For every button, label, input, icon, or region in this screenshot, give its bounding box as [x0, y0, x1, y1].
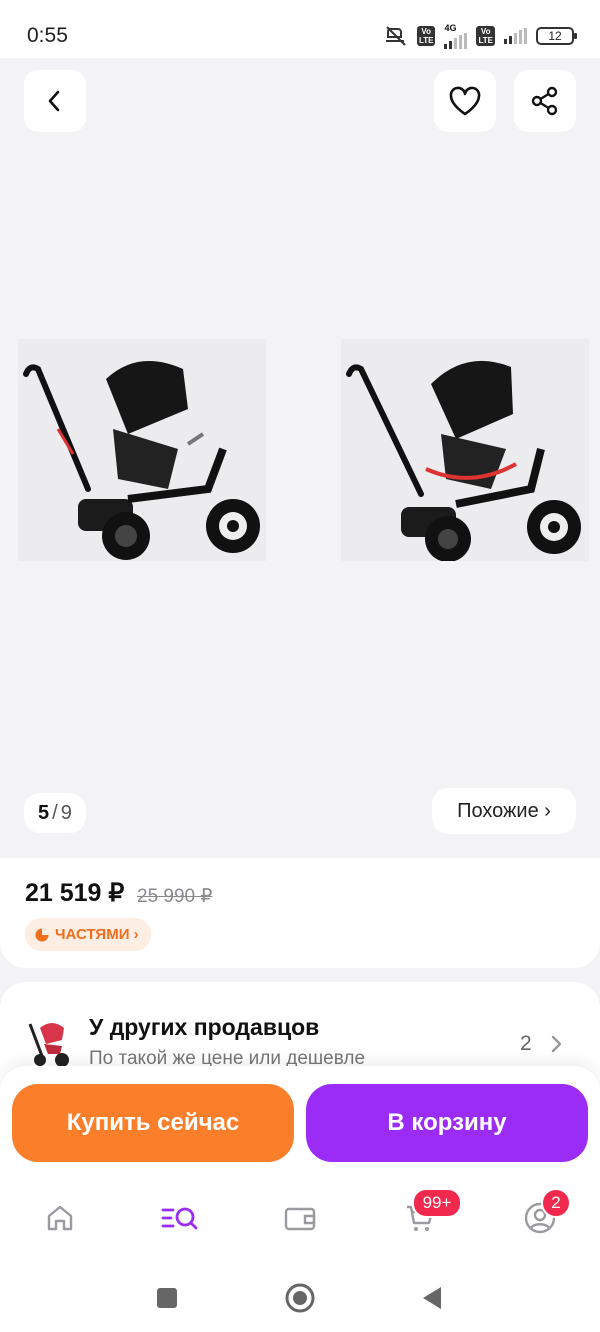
image-counter: 5 / 9 — [24, 793, 86, 833]
heart-icon — [449, 86, 481, 116]
seller-product-thumbnail — [24, 1018, 72, 1068]
nav-home[interactable] — [38, 1196, 82, 1240]
share-button[interactable] — [514, 70, 576, 132]
share-icon — [531, 86, 558, 116]
image-counter-separator: / — [52, 801, 58, 824]
product-page: 0:55 Vo LTE 4G Vo LTE 12 5 / 9 Похожие ›… — [0, 0, 600, 1332]
nav-wallet[interactable] — [278, 1196, 322, 1240]
back-button[interactable] — [24, 70, 86, 132]
system-nav-bar — [0, 1262, 600, 1332]
signal-1: 4G — [444, 22, 468, 49]
catalog-search-icon — [161, 1207, 198, 1230]
muted-vibrate-icon — [385, 26, 406, 46]
status-bar: 0:55 Vo LTE 4G Vo LTE 12 — [0, 0, 600, 58]
add-to-cart-button[interactable]: В корзину — [306, 1084, 588, 1162]
status-icons: Vo LTE 4G Vo LTE 12 — [384, 22, 577, 50]
chevron-right-icon — [551, 1035, 562, 1053]
other-sellers-title: У других продавцов — [89, 1014, 320, 1040]
chevron-left-icon — [48, 90, 60, 112]
old-price: 25 990 ₽ — [137, 886, 213, 907]
image-counter-total: 9 — [60, 801, 72, 824]
signal-bars-icon — [444, 32, 468, 49]
home-system-button[interactable] — [282, 1280, 318, 1316]
circle-icon — [285, 1283, 315, 1313]
tricycle-image — [341, 339, 589, 561]
signal-bars-icon-2 — [504, 28, 527, 44]
recents-button[interactable] — [149, 1280, 185, 1316]
other-sellers-count: 2 — [520, 1032, 532, 1055]
product-photo-2[interactable] — [341, 339, 589, 561]
similar-button[interactable]: Похожие › — [432, 788, 576, 834]
square-icon — [157, 1288, 177, 1308]
price-card: 21 519 ₽ 25 990 ₽ ЧАСТЯМИ › — [0, 858, 600, 968]
similar-label: Похожие › — [457, 799, 551, 822]
back-system-button[interactable] — [414, 1280, 450, 1316]
price: 21 519 ₽ — [25, 879, 125, 907]
action-bar: Купить сейчас В корзину — [0, 1066, 600, 1176]
product-photo-1[interactable] — [18, 339, 266, 561]
cart-badge: 99+ — [412, 1188, 462, 1218]
installments-button[interactable]: ЧАСТЯМИ › — [25, 918, 151, 951]
buy-now-button[interactable]: Купить сейчас — [12, 1084, 294, 1162]
nav-catalog[interactable] — [158, 1196, 202, 1240]
image-counter-current: 5 — [38, 801, 50, 824]
volte-icon: Vo LTE — [416, 26, 436, 46]
bottom-nav — [0, 1176, 600, 1262]
network-type: 4G — [444, 22, 457, 33]
installments-label: ЧАСТЯМИ › — [55, 926, 139, 943]
status-time: 0:55 — [27, 24, 68, 47]
wallet-icon — [284, 1207, 316, 1231]
profile-badge: 2 — [541, 1188, 571, 1218]
tricycle-image — [18, 339, 266, 561]
home-icon — [47, 1205, 73, 1231]
triangle-back-icon — [423, 1287, 441, 1309]
battery-icon: 12 — [536, 27, 577, 45]
volte-icon-2: Vo LTE — [476, 26, 495, 46]
favorite-button[interactable] — [434, 70, 496, 132]
pie-chart-icon — [35, 928, 49, 941]
